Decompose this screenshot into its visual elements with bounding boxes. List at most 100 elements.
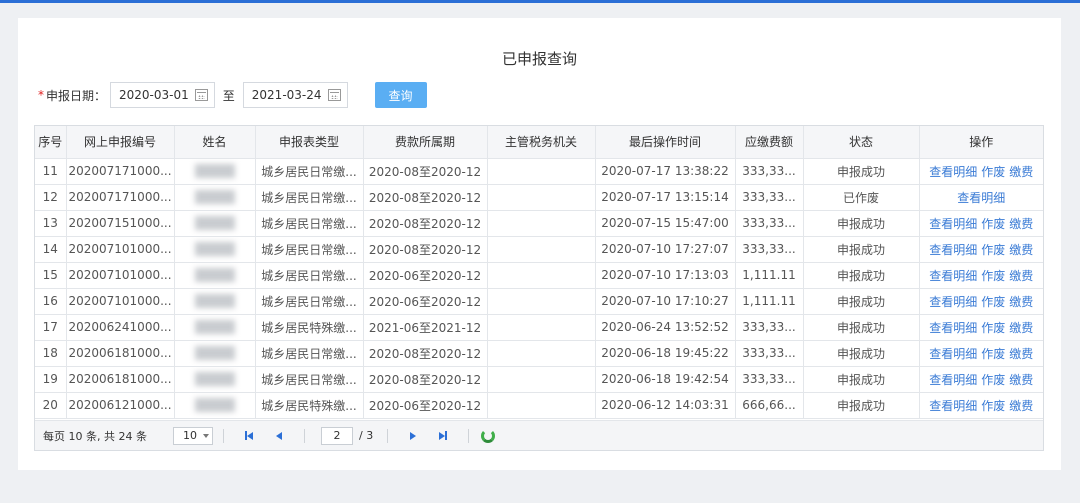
- cell-no: 202006241000...: [66, 314, 175, 341]
- cell-amount: 333,33...: [735, 158, 804, 185]
- pager-divider: [387, 428, 389, 443]
- next-page-icon[interactable]: [406, 429, 420, 443]
- pay-link[interactable]: 缴费: [1009, 217, 1033, 231]
- cell-period: 2020-06至2020-12: [363, 392, 488, 419]
- pay-link[interactable]: 缴费: [1009, 347, 1033, 361]
- cell-office: [487, 288, 596, 315]
- calendar-icon[interactable]: [194, 89, 208, 101]
- first-page-icon[interactable]: [242, 429, 256, 443]
- cell-period: 2020-08至2020-12: [363, 184, 488, 211]
- view-detail-link[interactable]: 查看明细: [929, 217, 977, 231]
- cell-seq: 12: [35, 184, 67, 211]
- cell-no: 202007171000...: [66, 184, 175, 211]
- cell-type: 城乡居民日常缴...: [255, 158, 364, 185]
- void-link[interactable]: 作废: [981, 269, 1005, 283]
- cell-ops: 查看明细 作废 缴费: [919, 314, 1043, 341]
- void-link[interactable]: 作废: [981, 373, 1005, 387]
- cell-period: 2020-08至2020-12: [363, 236, 488, 263]
- table-row[interactable]: 15 202007101000... 城乡居民日常缴... 2020-06至2020-…: [35, 262, 1043, 289]
- void-link[interactable]: 作废: [981, 165, 1005, 179]
- cell-status: 申报成功: [803, 158, 920, 185]
- cell-office: [487, 314, 596, 341]
- calendar-icon[interactable]: [327, 89, 341, 101]
- current-page-input[interactable]: 2: [321, 426, 353, 445]
- column-header: 状态: [803, 126, 920, 159]
- table-row[interactable]: 17 202006241000... 城乡居民特殊缴... 2021-06至2021-…: [35, 314, 1043, 341]
- cell-status: 申报成功: [803, 210, 920, 237]
- name-cell-redacted: [174, 262, 256, 289]
- column-header: 申报表类型: [255, 126, 364, 159]
- end-date-field[interactable]: 2021-03-24: [242, 82, 348, 108]
- view-detail-link[interactable]: 查看明细: [929, 321, 977, 335]
- cell-seq: 16: [35, 288, 67, 315]
- results-grid: 序号 网上申报编号 姓名 申报表类型 费款所属期 主管税务机关 最后操作时间 应缴费额 状态 操作…: [34, 125, 1044, 451]
- total-pages: / 3: [359, 429, 374, 442]
- cell-status: 申报成功: [803, 288, 920, 315]
- cell-office: [487, 236, 596, 263]
- cell-ops: 查看明细 作废 缴费: [919, 210, 1043, 237]
- name-cell-redacted: [174, 184, 256, 211]
- pay-link[interactable]: 缴费: [1009, 269, 1033, 283]
- table-row[interactable]: 14 202007101000... 城乡居民日常缴... 2020-08至2020-…: [35, 236, 1043, 263]
- view-detail-link[interactable]: 查看明细: [929, 165, 977, 179]
- table-row[interactable]: 13 202007151000... 城乡居民日常缴... 2020-08至2020-…: [35, 210, 1043, 237]
- cell-time: 2020-07-15 15:47:00: [595, 210, 736, 237]
- view-detail-link[interactable]: 查看明细: [929, 399, 977, 413]
- prev-page-icon[interactable]: [272, 429, 286, 443]
- pay-link[interactable]: 缴费: [1009, 399, 1033, 413]
- void-link[interactable]: 作废: [981, 295, 1005, 309]
- void-link[interactable]: 作废: [981, 347, 1005, 361]
- pay-link[interactable]: 缴费: [1009, 243, 1033, 257]
- cell-ops: 查看明细 作废 缴费: [919, 392, 1043, 419]
- view-detail-link[interactable]: 查看明细: [929, 373, 977, 387]
- cell-period: 2020-08至2020-12: [363, 340, 488, 367]
- void-link[interactable]: 作废: [981, 217, 1005, 231]
- column-header: 网上申报编号: [66, 126, 175, 159]
- cell-amount: 666,66...: [735, 392, 804, 419]
- table-row[interactable]: 18 202006181000... 城乡居民日常缴... 2020-08至2020-…: [35, 340, 1043, 367]
- cell-time: 2020-07-10 17:13:03: [595, 262, 736, 289]
- table-row[interactable]: 11 202007171000... 城乡居民日常缴... 2020-08至2020-…: [35, 158, 1043, 185]
- table-row[interactable]: 16 202007101000... 城乡居民日常缴... 2020-06至2020-…: [35, 288, 1043, 315]
- name-cell-redacted: [174, 236, 256, 263]
- void-link[interactable]: 作废: [981, 243, 1005, 257]
- view-detail-link[interactable]: 查看明细: [929, 243, 977, 257]
- pay-link[interactable]: 缴费: [1009, 373, 1033, 387]
- void-link[interactable]: 作废: [981, 399, 1005, 413]
- cell-type: 城乡居民日常缴...: [255, 184, 364, 211]
- cell-office: [487, 340, 596, 367]
- view-detail-link[interactable]: 查看明细: [957, 191, 1005, 205]
- pay-link[interactable]: 缴费: [1009, 295, 1033, 309]
- cell-time: 2020-07-10 17:10:27: [595, 288, 736, 315]
- cell-no: 202007101000...: [66, 262, 175, 289]
- cell-time: 2020-06-18 19:42:54: [595, 366, 736, 393]
- redacted-name: [194, 268, 235, 283]
- cell-type: 城乡居民日常缴...: [255, 262, 364, 289]
- name-cell-redacted: [174, 340, 256, 367]
- pager-divider: [468, 428, 470, 443]
- view-detail-link[interactable]: 查看明细: [929, 295, 977, 309]
- table-row[interactable]: 20 202006121000... 城乡居民特殊缴... 2020-06至2020-…: [35, 392, 1043, 419]
- refresh-icon[interactable]: [481, 428, 496, 443]
- table-row[interactable]: 12 202007171000... 城乡居民日常缴... 2020-08至2020-…: [35, 184, 1043, 211]
- cell-status: 申报成功: [803, 340, 920, 367]
- cell-type: 城乡居民日常缴...: [255, 288, 364, 315]
- pay-link[interactable]: 缴费: [1009, 321, 1033, 335]
- cell-amount: 333,33...: [735, 340, 804, 367]
- last-page-icon[interactable]: [436, 429, 450, 443]
- cell-ops: 查看明细 作废 缴费: [919, 158, 1043, 185]
- view-detail-link[interactable]: 查看明细: [929, 269, 977, 283]
- cell-status: 申报成功: [803, 236, 920, 263]
- page-size-select[interactable]: 10: [173, 426, 213, 445]
- name-cell-redacted: [174, 210, 256, 237]
- start-date-field[interactable]: 2020-03-01: [110, 82, 215, 108]
- table-row[interactable]: 19 202006181000... 城乡居民日常缴... 2020-08至2020-…: [35, 366, 1043, 393]
- query-button[interactable]: 查询: [374, 82, 427, 108]
- pay-link[interactable]: 缴费: [1009, 165, 1033, 179]
- pager-divider: [304, 428, 305, 443]
- void-link[interactable]: 作废: [981, 321, 1005, 335]
- view-detail-link[interactable]: 查看明细: [929, 347, 977, 361]
- cell-office: [487, 392, 596, 419]
- table-header-row: 序号 网上申报编号 姓名 申报表类型 费款所属期 主管税务机关 最后操作时间 应缴费额 状态 操作: [35, 126, 1043, 159]
- pagination-bar: 每页 10 条, 共 24 条 10 2 / 3: [35, 420, 1043, 450]
